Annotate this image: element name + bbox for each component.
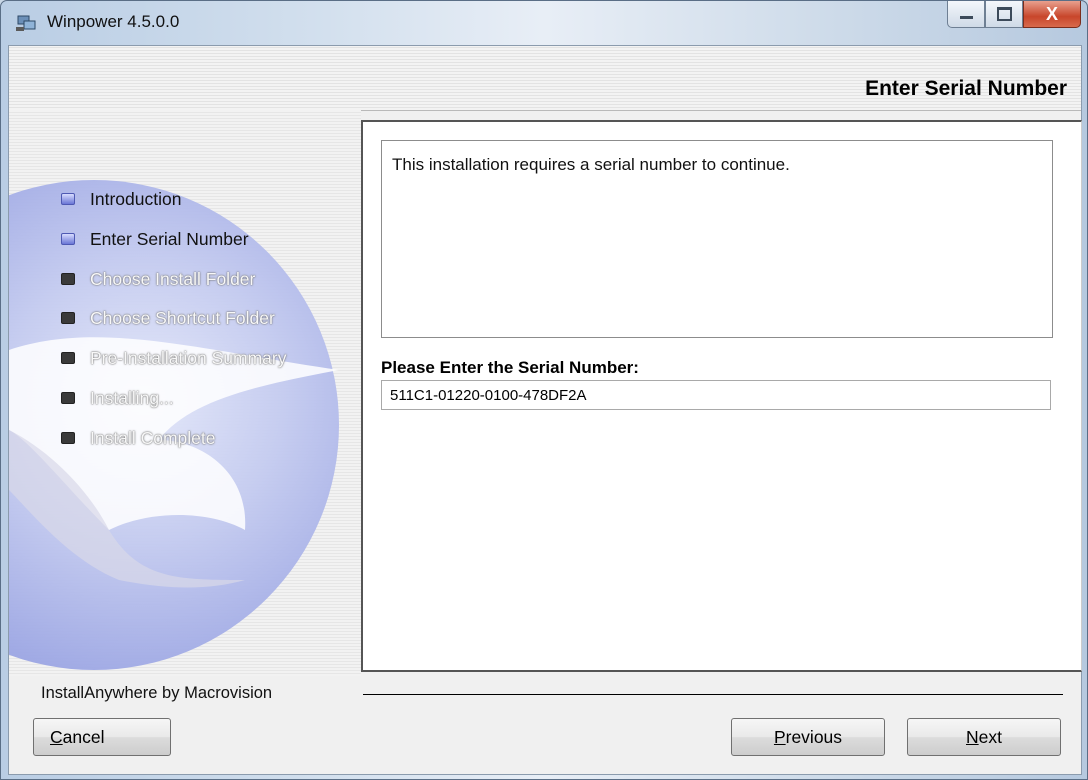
content-panel: This installation requires a serial numb… <box>361 120 1082 672</box>
cancel-label: ancel <box>62 726 105 747</box>
serial-number-label: Please Enter the Serial Number: <box>381 358 639 377</box>
branding-row: InstallAnywhere by Macrovision <box>9 676 1081 702</box>
cancel-mnemonic: C <box>50 726 63 747</box>
previous-button[interactable]: Previous <box>731 718 885 756</box>
instruction-text: This installation requires a serial numb… <box>392 155 790 174</box>
app-computer-icon <box>16 15 36 31</box>
serial-number-input[interactable] <box>381 380 1051 410</box>
step-pending-bullet-icon <box>61 352 75 364</box>
step-label: Choose Install Folder <box>90 268 256 289</box>
step-choose-install-folder: Choose Install Folder <box>61 268 255 290</box>
previous-label: revious <box>785 726 843 747</box>
step-pending-bullet-icon <box>61 432 75 444</box>
step-label: Pre-Installation Summary <box>90 347 287 368</box>
window-controls: X <box>947 1 1081 31</box>
step-introduction: Introduction <box>61 188 181 210</box>
step-pending-bullet-icon <box>61 312 75 324</box>
next-mnemonic: N <box>966 726 979 747</box>
maximize-button[interactable] <box>985 1 1023 28</box>
step-choose-shortcut-folder: Choose Shortcut Folder <box>61 307 275 329</box>
step-pre-installation-summary: Pre-Installation Summary <box>61 347 286 369</box>
steps-panel: Introduction Enter Serial Number Choose … <box>9 110 361 676</box>
next-button[interactable]: Next <box>907 718 1061 756</box>
page-header: Enter Serial Number <box>9 46 1081 111</box>
step-complete-bullet-icon <box>61 193 75 205</box>
message-box: This installation requires a serial numb… <box>381 140 1053 338</box>
close-icon: X <box>1045 3 1058 24</box>
step-label: Installing... <box>90 387 174 408</box>
maximize-icon <box>996 7 1012 21</box>
step-label: Choose Shortcut Folder <box>90 307 275 328</box>
title-bar[interactable]: Winpower 4.5.0.0 X <box>1 1 1087 45</box>
vendor-branding: InstallAnywhere by Macrovision <box>41 684 273 702</box>
step-label: Install Complete <box>90 427 216 448</box>
step-installing: Installing... <box>61 387 174 409</box>
installer-window: Winpower 4.5.0.0 X Enter Serial Number I… <box>0 0 1088 780</box>
step-label: Introduction <box>90 188 182 209</box>
next-label: ext <box>978 726 1002 747</box>
step-pending-bullet-icon <box>61 273 75 285</box>
step-enter-serial-number: Enter Serial Number <box>61 228 249 250</box>
close-button[interactable]: X <box>1023 1 1081 28</box>
previous-mnemonic: P <box>773 726 786 747</box>
cancel-button[interactable]: Cancel <box>33 718 171 756</box>
minimize-button[interactable] <box>947 1 985 28</box>
step-install-complete: Install Complete <box>61 427 215 449</box>
installer-client-area: Enter Serial Number Introduction Enter S… <box>8 45 1082 775</box>
divider <box>363 694 1063 695</box>
window-title: Winpower 4.5.0.0 <box>47 12 180 31</box>
step-complete-bullet-icon <box>61 233 75 245</box>
minimize-icon <box>959 15 973 19</box>
step-pending-bullet-icon <box>61 392 75 404</box>
page-title: Enter Serial Number <box>865 77 1067 100</box>
step-label: Enter Serial Number <box>90 228 249 249</box>
